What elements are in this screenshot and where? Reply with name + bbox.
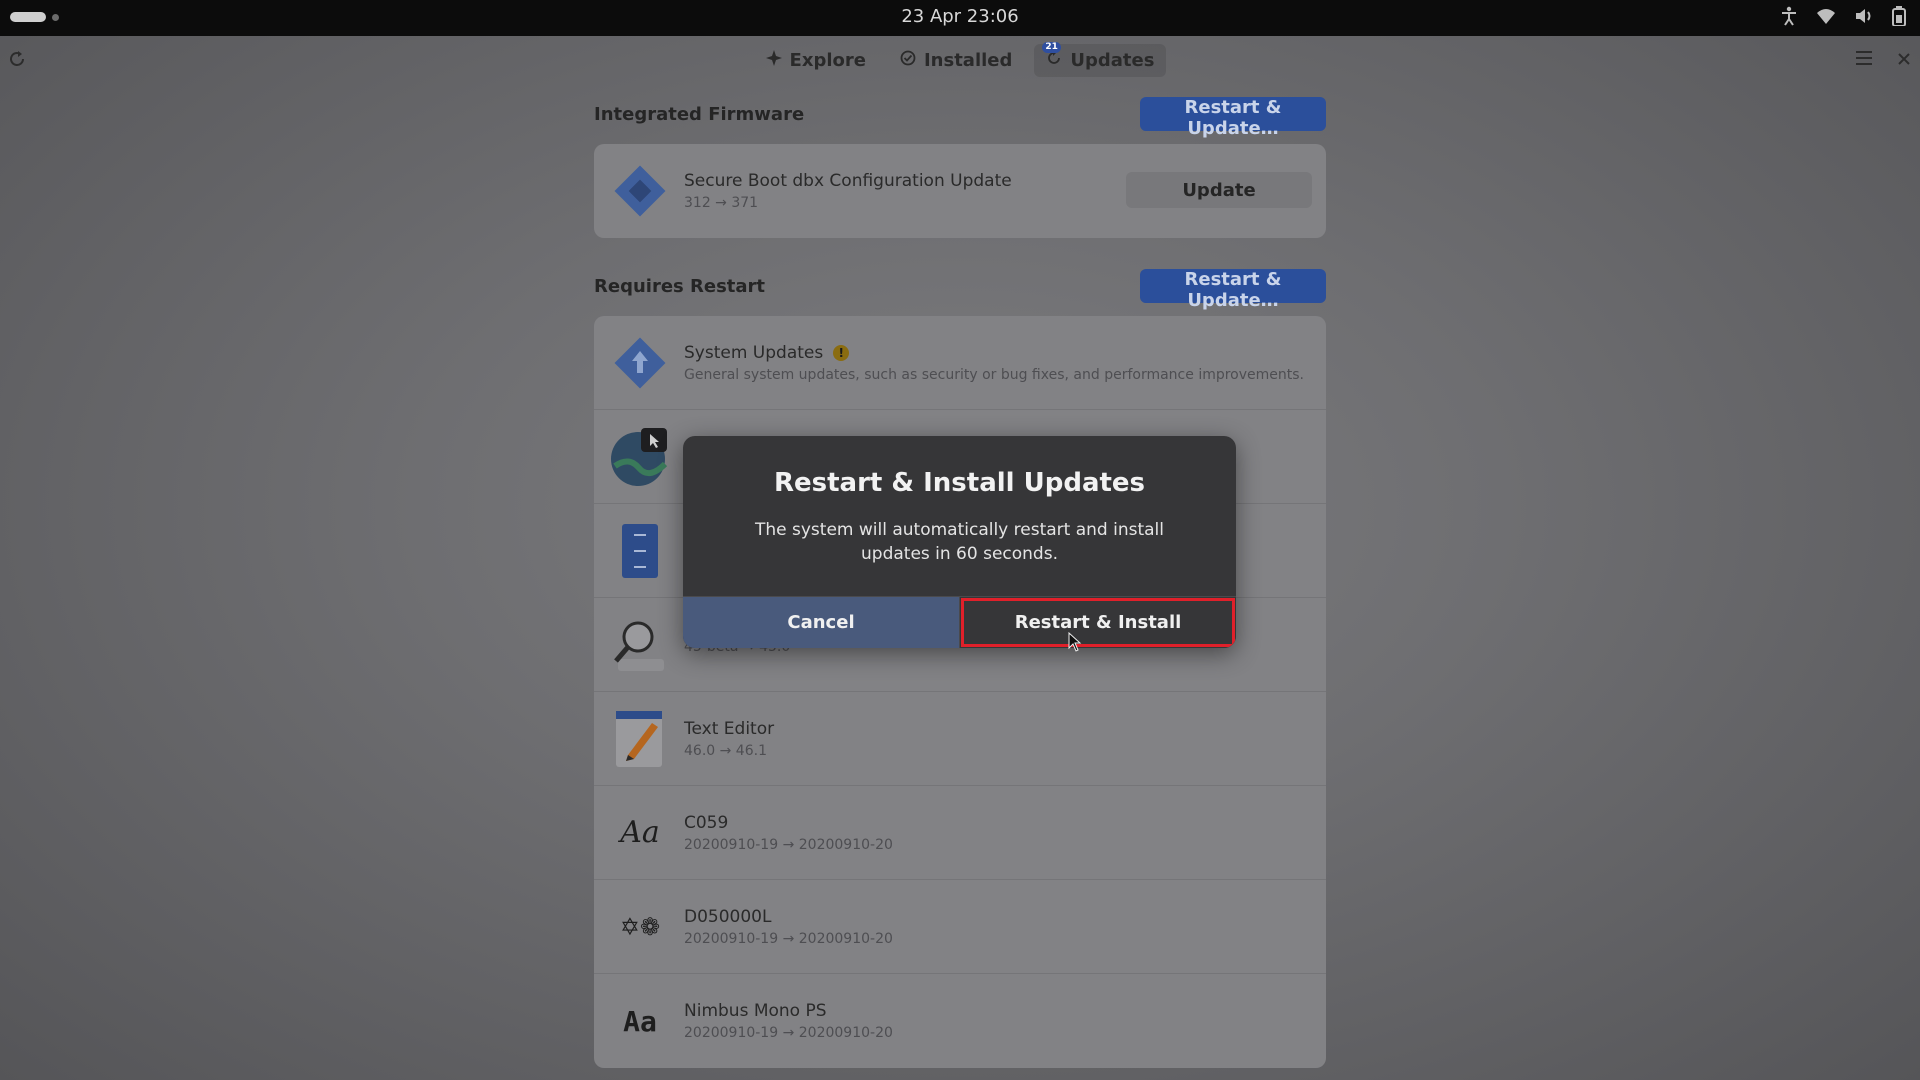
- clock[interactable]: 23 Apr 23:06: [0, 6, 1920, 27]
- item-version: 20200910-19 → 20200910-20: [684, 836, 893, 853]
- text-editor-icon: [608, 707, 672, 771]
- section-title: Integrated Firmware: [594, 103, 805, 125]
- restart-card: System Updates ! General system updates,…: [594, 316, 1326, 1068]
- font-glyph: Aa: [620, 815, 660, 850]
- list-item[interactable]: Aa C059 20200910-19 → 20200910-20: [594, 786, 1326, 880]
- header-actions: [1856, 50, 1910, 69]
- item-description: General system updates, such as security…: [684, 366, 1304, 383]
- update-icon: [1046, 50, 1062, 71]
- cancel-button[interactable]: Cancel: [683, 597, 960, 648]
- restart-install-button[interactable]: Restart & Install: [960, 597, 1236, 648]
- list-item-text: Nimbus Mono PS 20200910-19 → 20200910-20: [684, 1001, 893, 1041]
- system-tray[interactable]: [1780, 6, 1906, 26]
- tab-label: Updates: [1070, 50, 1155, 71]
- list-item[interactable]: System Updates ! General system updates,…: [594, 316, 1326, 410]
- firmware-restart-update-button[interactable]: Restart & Update…: [1140, 97, 1326, 139]
- system-top-bar: 23 Apr 23:06: [0, 0, 1920, 36]
- header-bar: Explore Installed 21 Updates: [0, 36, 1920, 84]
- hamburger-menu-icon[interactable]: [1856, 50, 1872, 69]
- list-item[interactable]: Text Editor 46.0 → 46.1: [594, 692, 1326, 786]
- item-version: 46.0 → 46.1: [684, 742, 767, 759]
- list-item-text: Text Editor 46.0 → 46.1: [684, 719, 774, 759]
- updates-count-badge: 21: [1042, 42, 1061, 53]
- tab-label: Explore: [789, 50, 866, 71]
- view-switcher: Explore Installed 21 Updates: [0, 42, 1920, 77]
- list-item-text: C059 20200910-19 → 20200910-20: [684, 813, 893, 853]
- list-item-text: Secure Boot dbx Configuration Update 312…: [684, 171, 1012, 211]
- list-item[interactable]: ✡❁ D050000L 20200910-19 → 20200910-20: [594, 880, 1326, 974]
- font-serif-icon: Aa: [608, 801, 672, 865]
- item-name: Nimbus Mono PS: [684, 1001, 827, 1021]
- restart-install-dialog: Restart & Install Updates The system wil…: [683, 436, 1236, 648]
- update-button[interactable]: Update: [1126, 172, 1312, 208]
- tab-explore[interactable]: Explore: [754, 44, 878, 77]
- restart-update-button[interactable]: Restart & Update…: [1140, 269, 1326, 311]
- dialog-body: The system will automatically restart an…: [754, 520, 1164, 564]
- tab-updates[interactable]: 21 Updates: [1034, 42, 1167, 77]
- item-version: 20200910-19 → 20200910-20: [684, 1025, 893, 1041]
- firmware-chip-icon: [608, 159, 672, 223]
- close-icon[interactable]: [1898, 50, 1910, 69]
- check-circle-icon: [900, 50, 916, 71]
- item-name: Text Editor: [684, 718, 775, 739]
- file-cabinet-icon: [608, 519, 672, 583]
- firmware-section-header: Integrated Firmware Restart & Update…: [594, 84, 1326, 144]
- system-update-icon: [608, 331, 672, 395]
- item-version: 312 → 371: [684, 195, 759, 211]
- mouse-pointer-icon: [1068, 631, 1082, 656]
- wifi-icon[interactable]: [1816, 7, 1836, 25]
- battery-icon[interactable]: [1892, 6, 1906, 26]
- font-glyph: Aa: [623, 1004, 657, 1038]
- firmware-card: Secure Boot dbx Configuration Update 312…: [594, 144, 1326, 238]
- magnifier-icon: [608, 613, 672, 677]
- accessibility-icon[interactable]: [1780, 6, 1798, 26]
- volume-icon[interactable]: [1854, 7, 1874, 25]
- restart-section-header: Requires Restart Restart & Update…: [594, 256, 1326, 316]
- star-icon: [765, 50, 782, 71]
- list-item[interactable]: Aa Nimbus Mono PS 20200910-19 → 20200910…: [594, 974, 1326, 1068]
- warning-icon: !: [833, 344, 850, 361]
- font-dingbat-icon: ✡❁: [608, 895, 672, 959]
- item-name: C059: [684, 812, 729, 833]
- section-title: Requires Restart: [594, 275, 766, 297]
- tab-label: Installed: [923, 50, 1013, 71]
- list-item-text: System Updates ! General system updates,…: [684, 343, 1304, 383]
- font-glyph: ✡❁: [619, 912, 661, 941]
- dialog-title: Restart & Install Updates: [773, 468, 1146, 498]
- tab-installed[interactable]: Installed: [888, 44, 1024, 77]
- font-mono-icon: Aa: [608, 989, 672, 1053]
- dialog-actions: Cancel Restart & Install: [683, 596, 1236, 648]
- item-name-row: System Updates !: [684, 343, 1304, 363]
- list-item-text: D050000L 20200910-19 → 20200910-20: [684, 907, 893, 947]
- maps-icon: [608, 425, 672, 489]
- item-name: Secure Boot dbx Configuration Update: [684, 171, 1012, 191]
- list-item[interactable]: Secure Boot dbx Configuration Update 312…: [594, 144, 1326, 238]
- item-name: D050000L: [684, 906, 772, 927]
- item-version: 20200910-19 → 20200910-20: [684, 930, 893, 947]
- item-name: System Updates: [684, 342, 824, 363]
